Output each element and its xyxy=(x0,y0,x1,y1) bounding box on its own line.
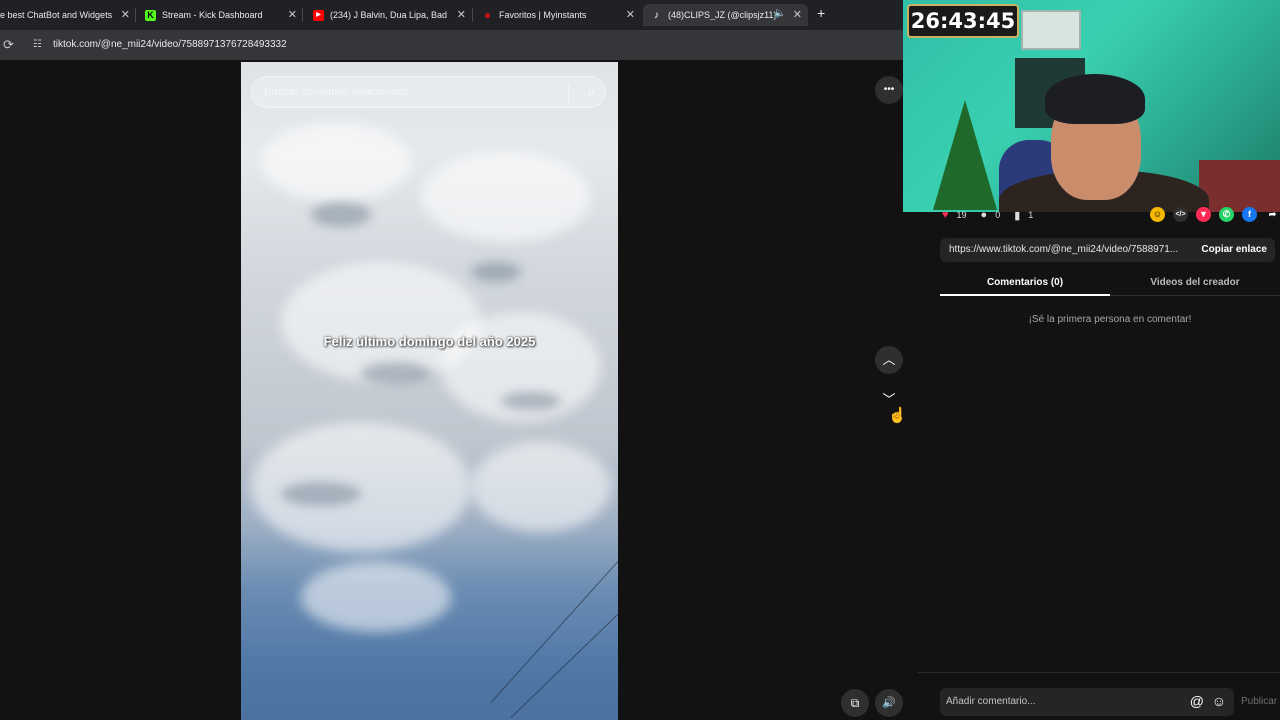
comment-stat[interactable]: ● 0 xyxy=(981,209,1001,221)
close-tab-icon[interactable]: ✕ xyxy=(457,8,466,21)
tab-title: Favoritos | Myinstants xyxy=(499,10,587,20)
search-placeholder: Buscar contenido relacionado xyxy=(264,86,409,98)
copy-link-button[interactable]: Copiar enlace xyxy=(1201,244,1267,255)
like-count: 19 xyxy=(956,210,967,220)
close-tab-icon[interactable]: ✕ xyxy=(121,8,130,21)
bookmark-icon: ▮ xyxy=(1014,209,1021,222)
share-icons: ☺ </> ▼ ✆ f ➦ xyxy=(1150,207,1280,222)
tab-title: Stream - Kick Dashboard xyxy=(162,10,263,20)
browser-tab-kick[interactable]: K Stream - Kick Dashboard ✕ xyxy=(145,4,297,26)
friends-share-icon[interactable]: ☺ xyxy=(1150,207,1165,222)
url-field[interactable]: tiktok.com/@ne_mii24/video/7588971376728… xyxy=(53,39,287,50)
tab-separator xyxy=(135,8,136,22)
share-link-text[interactable]: https://www.tiktok.com/@ne_mii24/video/7… xyxy=(949,244,1189,255)
save-count: 1 xyxy=(1028,210,1034,220)
heart-icon: ♥ xyxy=(942,209,949,221)
related-search-bar[interactable]: Buscar contenido relacionado ⌕ xyxy=(251,76,606,108)
active-tab-indicator xyxy=(940,294,1110,296)
browser-tab-strip: e best ChatBot and Widgets ✕ K Stream - … xyxy=(0,0,904,30)
volume-button[interactable]: 🔊 xyxy=(875,689,903,717)
comment-input[interactable]: Añadir comentario... @ ☺ xyxy=(940,688,1234,716)
video-caption: Feliz último domingo del año 2025 xyxy=(323,334,536,349)
reload-icon[interactable]: ⟳ xyxy=(3,37,14,53)
new-tab-button[interactable]: + xyxy=(817,5,825,21)
browser-tab-youtube[interactable]: ▶ (234) J Balvin, Dua Lipa, Bad Bu ✕ xyxy=(313,4,466,26)
search-icon[interactable]: ⌕ xyxy=(588,84,595,100)
myinstants-favicon-icon: ● xyxy=(483,7,492,22)
facebook-icon[interactable]: f xyxy=(1242,207,1257,222)
send-icon[interactable]: ▼ xyxy=(1196,207,1211,222)
browser-tab-tiktok-active[interactable]: ♪ (48)CLIPS_JZ (@clipsjz11) | 🔈 ✕ xyxy=(643,4,808,26)
mention-icon[interactable]: @ xyxy=(1190,693,1204,709)
tab-separator xyxy=(302,8,303,22)
like-stat[interactable]: ♥ 19 xyxy=(942,209,967,221)
tab-creator-videos[interactable]: Videos del creador xyxy=(1110,277,1280,288)
close-tab-icon[interactable]: ✕ xyxy=(626,8,635,21)
tab-comments[interactable]: Comentarios (0) xyxy=(940,277,1110,288)
close-tab-icon[interactable]: ✕ xyxy=(288,8,297,21)
video-stats: ♥ 19 ● 0 ▮ 1 xyxy=(942,206,1047,224)
browser-tab-myinstants[interactable]: ● Favoritos | Myinstants ✕ xyxy=(482,4,635,26)
site-settings-icon[interactable]: ☷ xyxy=(33,39,42,50)
comment-placeholder: Añadir comentario... xyxy=(946,696,1036,707)
streamer-hair xyxy=(1045,74,1145,124)
save-stat[interactable]: ▮ 1 xyxy=(1014,209,1033,222)
kick-favicon-icon: K xyxy=(145,9,156,21)
hand-cursor-icon: ☝ xyxy=(888,407,907,424)
share-arrow-icon[interactable]: ➦ xyxy=(1265,207,1280,222)
browser-tab-chatbot[interactable]: e best ChatBot and Widgets ✕ xyxy=(0,4,130,26)
air-conditioner xyxy=(1021,10,1081,50)
tab-title: (234) J Balvin, Dua Lipa, Bad Bu xyxy=(330,10,450,20)
video-player[interactable] xyxy=(241,62,618,720)
tab-separator xyxy=(472,8,473,22)
share-link-box: https://www.tiktok.com/@ne_mii24/video/7… xyxy=(940,238,1275,262)
webcam-overlay: 26:43:45 xyxy=(903,0,1280,212)
comments-tabs: Comentarios (0) Videos del creador xyxy=(940,270,1280,296)
stream-timer: 26:43:45 xyxy=(907,4,1019,38)
whatsapp-icon[interactable]: ✆ xyxy=(1219,207,1234,222)
search-divider xyxy=(568,84,569,102)
youtube-favicon-icon: ▶ xyxy=(313,9,324,21)
publish-button[interactable]: Publicar xyxy=(1241,696,1277,707)
previous-video-button[interactable]: ︿ xyxy=(875,346,903,374)
tab-audio-icon[interactable]: 🔈 xyxy=(774,8,786,19)
address-bar-row: ⟳ ☷ tiktok.com/@ne_mii24/video/758897137… xyxy=(0,30,904,60)
tab-title: (48)CLIPS_JZ (@clipsjz11) | xyxy=(668,10,778,20)
tiktok-favicon-icon: ♪ xyxy=(654,9,659,21)
more-options-button[interactable]: ••• xyxy=(875,76,903,104)
empty-comments-message: ¡Sé la primera persona en comentar! xyxy=(1028,314,1192,325)
bed xyxy=(1199,160,1280,212)
christmas-tree xyxy=(933,100,997,210)
tab-title: e best ChatBot and Widgets xyxy=(0,10,113,20)
close-tab-icon[interactable]: ✕ xyxy=(793,8,802,21)
comment-bubble-icon: ● xyxy=(980,209,988,221)
emoji-icon[interactable]: ☺ xyxy=(1212,693,1226,709)
picture-in-picture-button[interactable]: ⧉ xyxy=(841,689,869,717)
embed-icon[interactable]: </> xyxy=(1173,207,1188,222)
comment-count: 0 xyxy=(995,210,1001,220)
